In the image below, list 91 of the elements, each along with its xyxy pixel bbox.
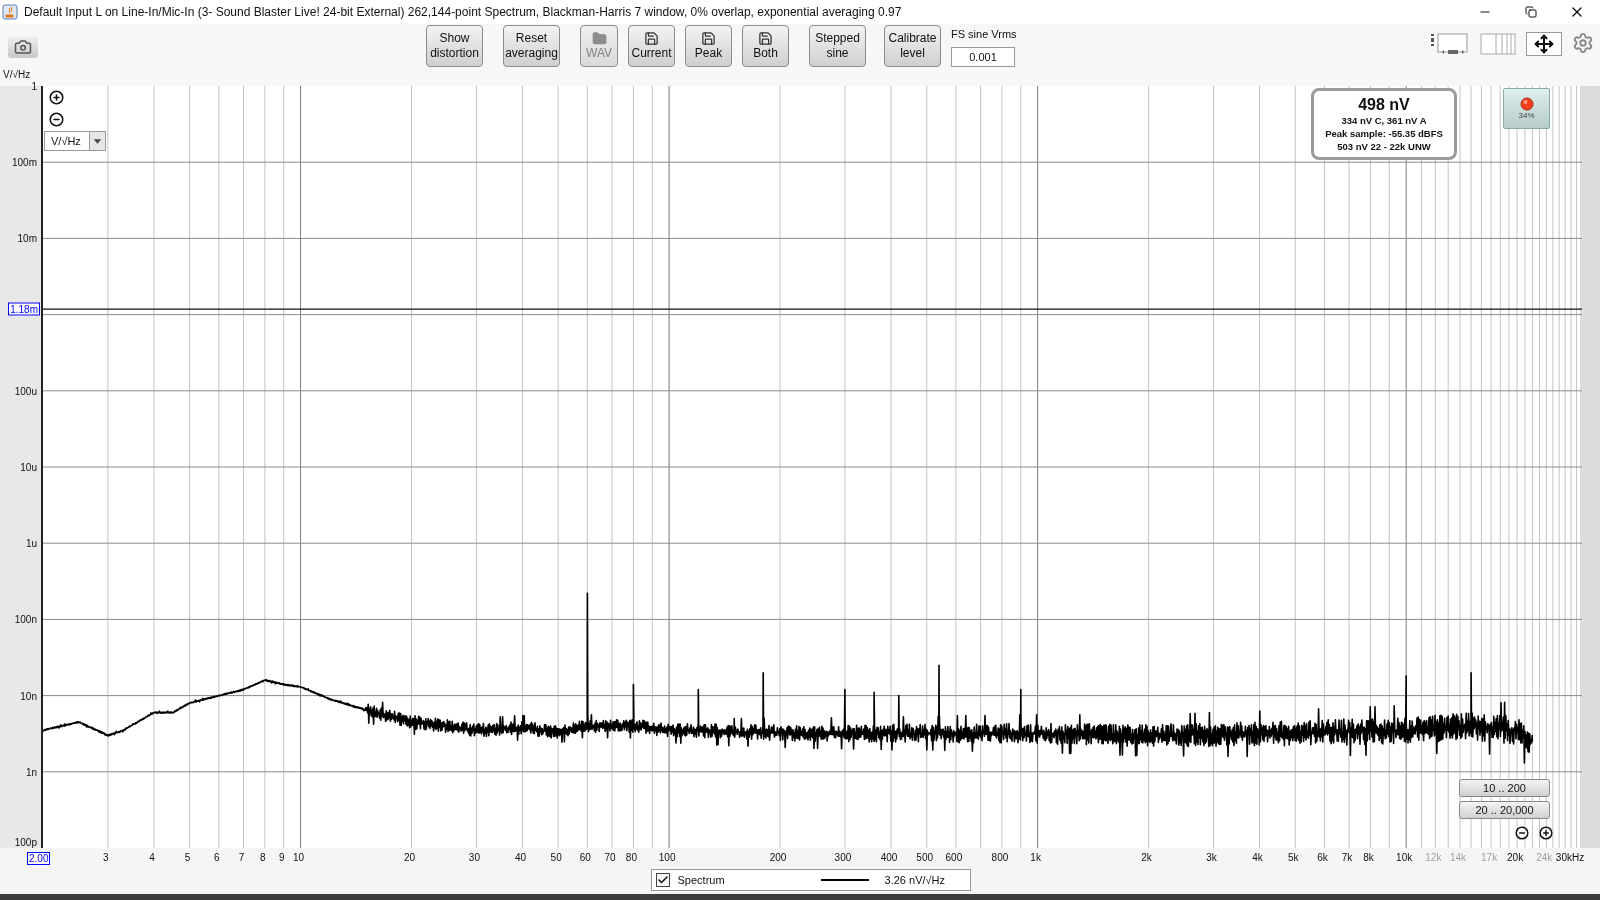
move-button[interactable]	[1526, 32, 1562, 56]
toolbar-button[interactable]: Current	[628, 25, 675, 67]
legend-reading: 3.26 nV/√Hz	[884, 872, 946, 888]
x-tick-label: 500	[916, 852, 934, 863]
dropdown-caret-icon	[89, 132, 105, 150]
unit-dropdown[interactable]: V/√Hz	[44, 131, 106, 151]
y-tick-label: 10m	[17, 232, 37, 244]
x-tick-label: 17k	[1481, 852, 1498, 863]
fs-sine-label: FS sine Vrms	[951, 27, 1017, 41]
x-tick-label: 3k	[1206, 852, 1217, 863]
x-tick-label: 12k	[1425, 852, 1442, 863]
x-tick-label: 200	[769, 852, 787, 863]
y-tick-label: 100p	[14, 837, 37, 848]
toolbar-button[interactable]: Both	[742, 25, 789, 67]
x-tick-label: 4	[149, 852, 155, 863]
fs-sine-field[interactable]: 0.001	[951, 47, 1015, 67]
toolbar-button[interactable]: Stepped sine	[809, 25, 866, 67]
x-tick-label: 600	[945, 852, 963, 863]
toolbar-button[interactable]: Calibrate level	[884, 25, 941, 67]
camera-icon	[14, 38, 32, 56]
x-start-field[interactable]: 2.00	[27, 852, 51, 865]
x-tick-label: 9	[278, 852, 285, 863]
toolbar-button[interactable]: Show distortion	[426, 25, 483, 67]
legend-label: Spectrum	[677, 872, 725, 888]
x-tick-label: 6	[214, 852, 220, 863]
y-tick-label: 10n	[20, 690, 37, 702]
x-tick-label: 40	[514, 852, 526, 863]
x-tick-label: 300	[834, 852, 852, 863]
x-tick-label: 10k	[1396, 852, 1413, 863]
record-light-icon	[1519, 97, 1534, 111]
x-tick-label: 8	[260, 852, 266, 863]
settings-icon[interactable]	[1572, 32, 1594, 54]
x-tick-label: 30kHz	[1555, 852, 1585, 863]
range-button[interactable]: 20 .. 20,000	[1459, 801, 1550, 819]
zoom-in-icon[interactable]	[1539, 826, 1553, 840]
record-level: 34%	[1518, 111, 1535, 120]
x-tick-label: 100	[658, 852, 676, 863]
x-tick-label: 3	[103, 852, 109, 863]
layout-icon[interactable]	[1430, 32, 1470, 56]
readout-value: 498 nV	[1358, 95, 1410, 114]
y-axis-unit: V/√Hz	[3, 68, 31, 82]
legend-line-icon	[820, 878, 869, 882]
x-tick-label: 80	[625, 852, 637, 863]
x-tick-label: 50	[550, 852, 562, 863]
x-tick-label: 24k	[1536, 852, 1553, 863]
x-tick-label: 70	[604, 852, 616, 863]
y-tick-label: 1u	[25, 537, 37, 549]
y-tick-label: 100u	[14, 385, 37, 397]
zoom-out-icon[interactable]	[49, 112, 64, 127]
cursor-value-field[interactable]: 1.18m	[8, 302, 40, 316]
x-tick-label: 400	[880, 852, 898, 863]
x-tick-label: 5k	[1287, 852, 1299, 863]
x-tick-label: 5	[184, 852, 191, 863]
save-icon	[701, 31, 716, 46]
legend-checkbox[interactable]	[655, 873, 670, 887]
move-icon	[1534, 34, 1554, 54]
x-tick-label: 8k	[1363, 852, 1374, 863]
x-tick-label: 1k	[1030, 852, 1041, 863]
y-tick-label: 100m	[12, 156, 37, 168]
x-tick-label: 20	[403, 852, 416, 863]
x-tick-label: 30	[468, 852, 480, 863]
toolbar-button[interactable]: Peak	[685, 25, 732, 67]
zoom-out-icon[interactable]	[1515, 826, 1529, 840]
range-button[interactable]: 10 .. 200	[1459, 779, 1550, 797]
save-icon	[758, 31, 773, 46]
x-tick-label: 60	[579, 852, 591, 863]
y-tick-label: 1n	[25, 766, 37, 778]
readout-line: 334 nV C, 361 nV A	[1341, 113, 1427, 127]
camera-button[interactable]	[8, 36, 38, 58]
restore-icon	[1525, 6, 1537, 18]
toolbar-button[interactable]: Reset averaging	[503, 25, 560, 67]
x-tick-label: 2k	[1141, 852, 1152, 863]
y-tick-label: 100n	[14, 613, 37, 625]
x-tick-label: 10	[293, 852, 305, 863]
y-tick-label: 10u	[20, 461, 37, 473]
x-tick-label: 20k	[1507, 852, 1524, 863]
zoom-in-icon[interactable]	[49, 90, 64, 105]
save-icon	[644, 31, 659, 46]
x-tick-label: 6k	[1317, 852, 1328, 863]
x-tick-label: 7k	[1341, 852, 1353, 863]
x-tick-label: 7	[238, 852, 245, 863]
y-tick-label: 1	[31, 80, 37, 92]
readout-line: 503 nV 22 - 22k UNW	[1337, 139, 1431, 153]
x-tick-label: 800	[991, 852, 1009, 863]
app-icon	[2, 4, 18, 20]
readout-line: Peak sample: -55.35 dBFS	[1325, 126, 1443, 140]
x-tick-label: 14k	[1449, 852, 1467, 863]
record-button[interactable]: 34%	[1503, 88, 1550, 129]
x-tick-label: 4k	[1252, 852, 1263, 863]
folder-icon	[591, 31, 607, 46]
window-title: Default Input L on Line-In/Mic-In (3- Sound Blaster Live! 24-bit External) 262,144-point Spectrum, Blackman-Harris 7 window, 0% overlap, exponential averaging 0.97	[24, 4, 902, 21]
